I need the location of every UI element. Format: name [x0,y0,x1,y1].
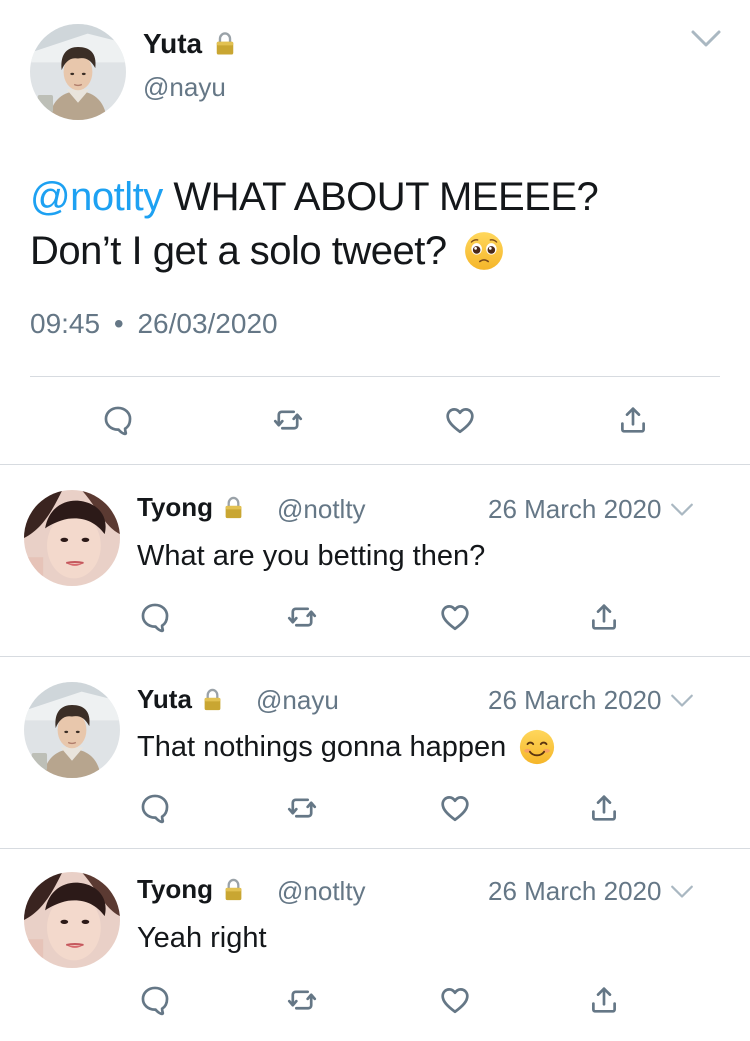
like-button[interactable] [438,983,472,1017]
main-tweet-line-1: @notlty WHAT ABOUT MEEEE? [30,170,720,224]
divider [0,464,750,465]
reply-author-avatar[interactable] [24,490,120,586]
share-icon [587,791,621,825]
reply-button[interactable] [138,983,172,1017]
reply-date-text: 26 March 2020 [488,876,662,906]
reply-text-content: That nothings gonna happen [137,730,507,763]
reply-author-handle[interactable]: @notlty [277,876,366,907]
share-button[interactable] [587,600,621,634]
reply-icon [138,983,172,1017]
like-button[interactable] [438,600,472,634]
heart-icon [438,600,472,634]
reply-icon [138,600,172,634]
heart-icon [438,983,472,1017]
main-tweet-timestamp: 09:45 • 26/03/2020 [30,308,278,340]
reply-author-name-text: Tyong [137,874,214,904]
like-button[interactable] [443,403,477,437]
retweet-button[interactable] [285,791,319,825]
lock-icon [223,494,244,522]
share-icon [587,983,621,1017]
chevron-down-icon[interactable] [690,27,722,51]
reply-date-text: 26 March 2020 [488,494,662,524]
reply-icon [101,403,135,437]
reply-text: What are you betting then? [137,540,485,573]
retweet-icon [285,791,319,825]
reply-author-name[interactable]: Tyong [137,874,244,905]
share-icon [587,600,621,634]
lock-icon [214,29,236,59]
reply-date: 26 March 2020 [488,685,695,716]
retweet-button[interactable] [271,403,305,437]
reply-button[interactable] [101,403,135,437]
divider [30,376,720,377]
reply-author-name-text: Tyong [137,492,214,522]
chevron-down-icon[interactable] [669,692,695,710]
main-tweet-date: 26/03/2020 [137,308,278,339]
reply-button[interactable] [138,600,172,634]
like-button[interactable] [438,791,472,825]
divider [0,848,750,849]
smiling-face-emoji-icon [518,728,556,766]
reply-author-handle[interactable]: @nayu [256,685,339,716]
main-tweet-time: 09:45 [30,308,101,339]
share-button[interactable] [587,983,621,1017]
retweet-icon [285,983,319,1017]
main-author-name-text: Yuta [143,28,203,59]
meta-separator: • [113,308,124,339]
lock-icon [223,876,244,904]
heart-icon [438,791,472,825]
chevron-down-icon[interactable] [669,501,695,519]
lock-icon [202,686,223,714]
pleading-face-emoji-icon [463,230,505,272]
reply-date-text: 26 March 2020 [488,685,662,715]
retweet-icon [285,600,319,634]
main-author-avatar[interactable] [30,24,126,120]
share-button[interactable] [616,403,650,437]
reply-text: Yeah right [137,922,267,955]
reply-author-handle[interactable]: @notlty [277,494,366,525]
heart-icon [443,403,477,437]
retweet-button[interactable] [285,983,319,1017]
retweet-button[interactable] [285,600,319,634]
reply-text-content: Yeah right [137,922,267,954]
reply-icon [138,791,172,825]
reply-date: 26 March 2020 [488,876,695,907]
reply-button[interactable] [138,791,172,825]
main-tweet-line-2: Don’t I get a solo tweet? [30,224,720,278]
mention-link[interactable]: @notlty [30,175,163,219]
main-tweet-line-1-text: WHAT ABOUT MEEEE? [162,175,599,219]
chevron-down-icon[interactable] [669,883,695,901]
retweet-icon [271,403,305,437]
reply-author-name[interactable]: Tyong [137,492,244,523]
main-tweet-text: @notlty WHAT ABOUT MEEEE? Don’t I get a … [30,170,720,278]
main-author-handle[interactable]: @nayu [143,72,226,103]
reply-text-content: What are you betting then? [137,540,486,572]
share-icon [616,403,650,437]
divider [0,656,750,657]
main-tweet-line-2-text: Don’t I get a solo tweet? [30,229,447,273]
reply-text: That nothings gonna happen [137,728,556,766]
reply-date: 26 March 2020 [488,494,695,525]
reply-author-avatar[interactable] [24,682,120,778]
main-author-name[interactable]: Yuta [143,28,236,60]
reply-author-name-text: Yuta [137,684,192,714]
share-button[interactable] [587,791,621,825]
reply-author-name[interactable]: Yuta [137,684,223,715]
reply-author-avatar[interactable] [24,872,120,968]
